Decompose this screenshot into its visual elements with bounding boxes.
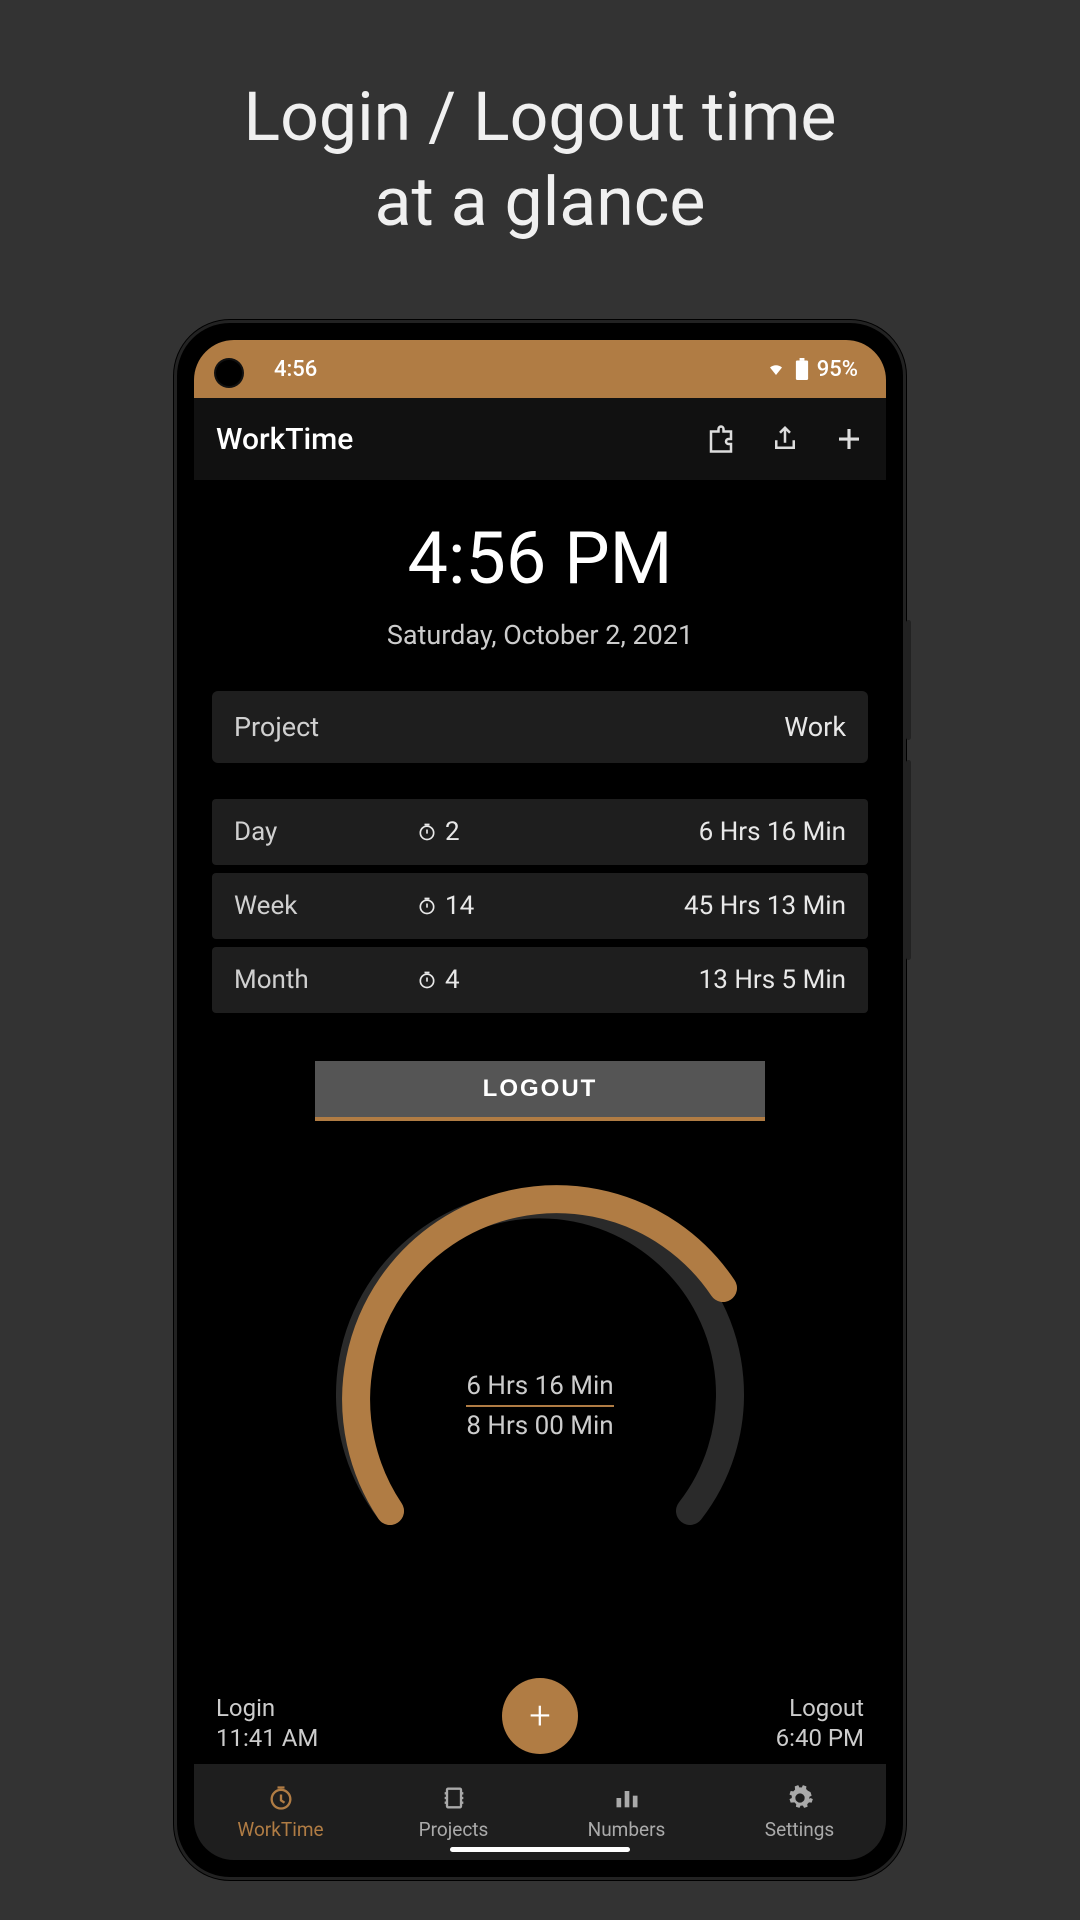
gauge-elapsed: 6 Hrs 16 Min [466, 1371, 613, 1407]
login-logout-meta: Login 11:41 AM + Logout 6:40 PM [212, 1694, 868, 1752]
stat-duration: 45 Hrs 13 Min [540, 891, 846, 921]
stat-duration: 6 Hrs 16 Min [540, 817, 846, 847]
stat-count: 14 [387, 891, 540, 921]
logout-button[interactable]: LOGOUT [315, 1061, 765, 1121]
home-indicator[interactable] [450, 1847, 630, 1852]
app-bar: WorkTime [194, 398, 886, 480]
nav-worktime[interactable]: WorkTime [194, 1764, 367, 1860]
main-content: 4:56 PM Saturday, October 2, 2021 Projec… [194, 480, 886, 1764]
stat-duration: 13 Hrs 5 Min [540, 965, 846, 995]
nav-settings[interactable]: Settings [713, 1764, 886, 1860]
nav-numbers[interactable]: Numbers [540, 1764, 713, 1860]
gauge-center-text: 6 Hrs 16 Min 8 Hrs 00 Min [466, 1371, 613, 1441]
stat-period: Day [234, 817, 387, 847]
timer-icon [267, 1784, 295, 1812]
bottom-nav: WorkTime Projects Numbers Settings [194, 1764, 886, 1860]
logout-block: Logout 6:40 PM [776, 1694, 864, 1752]
current-time: 4:56 PM [212, 516, 868, 601]
timer-icon [417, 822, 437, 842]
fab-add-button[interactable]: + [502, 1678, 578, 1754]
device-side-button [906, 620, 911, 740]
timer-icon [417, 970, 437, 990]
puzzle-icon[interactable] [706, 424, 736, 454]
promo-headline: Login / Logout time at a glance [244, 75, 837, 245]
projects-icon [440, 1784, 468, 1812]
promo-line1: Login / Logout time [244, 75, 837, 160]
current-date: Saturday, October 2, 2021 [212, 619, 868, 651]
stats-list: Day 2 6 Hrs 16 Min Week 14 45 Hrs 13 Min [212, 799, 868, 1013]
app-title: WorkTime [216, 422, 686, 457]
progress-gauge: 6 Hrs 16 Min 8 Hrs 00 Min [212, 1161, 868, 1694]
stat-period: Week [234, 891, 387, 921]
nav-label: Settings [765, 1818, 834, 1841]
timer-icon [417, 896, 437, 916]
stat-row-day[interactable]: Day 2 6 Hrs 16 Min [212, 799, 868, 865]
project-label: Project [234, 711, 319, 743]
nav-projects[interactable]: Projects [367, 1764, 540, 1860]
gear-icon [786, 1784, 814, 1812]
camera-hole [216, 360, 242, 386]
status-time: 4:56 [274, 357, 317, 382]
stat-row-week[interactable]: Week 14 45 Hrs 13 Min [212, 873, 868, 939]
share-icon[interactable] [770, 424, 800, 454]
login-time: 11:41 AM [216, 1724, 318, 1752]
nav-label: Numbers [588, 1818, 666, 1841]
stat-count: 2 [387, 817, 540, 847]
device-frame: 4:56 95% WorkTime 4:56 PM [174, 320, 906, 1880]
gauge-total: 8 Hrs 00 Min [466, 1411, 613, 1441]
nav-label: WorkTime [237, 1818, 323, 1841]
project-value: Work [784, 711, 846, 743]
gauge-arc [300, 1161, 780, 1541]
battery-icon [795, 358, 809, 380]
logout-time: 6:40 PM [776, 1724, 864, 1752]
chart-icon [613, 1784, 641, 1812]
stat-row-month[interactable]: Month 4 13 Hrs 5 Min [212, 947, 868, 1013]
plus-icon[interactable] [834, 424, 864, 454]
screen: 4:56 95% WorkTime 4:56 PM [194, 340, 886, 1860]
stat-period: Month [234, 965, 387, 995]
plus-icon: + [529, 1697, 550, 1735]
logout-label: Logout [776, 1694, 864, 1722]
promo-line2: at a glance [244, 160, 837, 245]
login-label: Login [216, 1694, 318, 1722]
wifi-icon [765, 360, 787, 378]
status-battery: 95% [817, 357, 858, 382]
status-right: 95% [765, 357, 858, 382]
project-card[interactable]: Project Work [212, 691, 868, 763]
device-side-button [906, 760, 911, 960]
nav-label: Projects [419, 1818, 489, 1841]
login-block: Login 11:41 AM [216, 1694, 318, 1752]
status-bar: 4:56 95% [194, 340, 886, 398]
stat-count: 4 [387, 965, 540, 995]
